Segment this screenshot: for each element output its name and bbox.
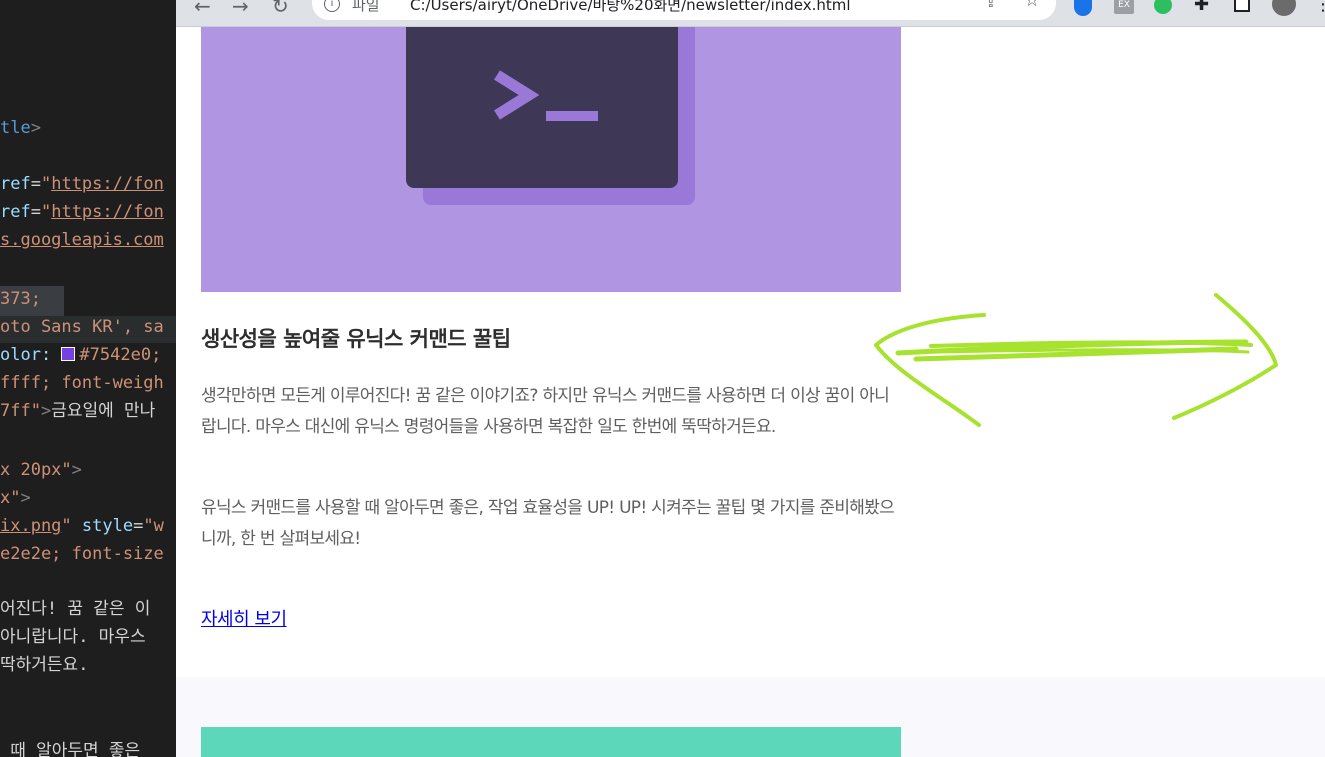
code-line: 아니랍니다. 마우스 (0, 626, 146, 648)
code-token: = (30, 202, 41, 222)
extensions-puzzle-icon[interactable]: ✚ (1194, 0, 1214, 15)
code-token: #7542e0; (79, 345, 162, 365)
code-line: e2e2e; font-size (0, 543, 164, 565)
info-icon[interactable]: i (324, 0, 340, 12)
bookmark-star-icon[interactable]: ☆ (1024, 0, 1040, 11)
article-hero-image (201, 27, 901, 292)
code-token: e2e2e; font-size (0, 544, 164, 564)
code-line: 7ff">금요일에 만나 (0, 400, 155, 422)
prompt-cursor (546, 111, 598, 121)
profile-avatar[interactable] (1270, 0, 1298, 18)
forward-icon[interactable]: → (232, 0, 249, 18)
code-line: 373; (0, 288, 41, 310)
code-line: 때 알아두면 좋은 (0, 740, 140, 757)
code-token: = (133, 516, 144, 536)
url-text[interactable]: C:/Users/airyt/OneDrive/바탕%20화면/newslett… (410, 0, 851, 15)
side-panel-icon[interactable] (1234, 0, 1250, 12)
code-token: 때 알아두면 좋은 (0, 741, 141, 757)
code-token: " (40, 174, 52, 194)
browser-window: ← → ↻ i 파일 C:/Users/airyt/OneDrive/바탕%20… (176, 0, 1325, 757)
code-line: 어진다! 꿈 같은 이 (0, 598, 150, 620)
share-icon[interactable]: ⇪ (984, 0, 997, 11)
url-scheme-label: 파일 (352, 0, 380, 14)
code-line: ix.png" style="w (0, 515, 164, 537)
article-title: 생산성을 높여줄 유닉스 커맨드 꿀팁 (201, 327, 511, 351)
ex-extension-icon[interactable]: EX (1114, 0, 1134, 14)
article-paragraph: 생각만하면 모든게 이루어진다! 꿈 같은 이야기죠? 하지만 유닉스 커맨드를… (201, 386, 890, 437)
code-token: 딱하거든요. (0, 655, 89, 675)
code-token: ref (0, 174, 31, 194)
code-token: ffff; font-weigh (0, 373, 164, 393)
code-token: x" (0, 488, 21, 508)
color-swatch (61, 347, 76, 361)
code-line: x 20px"> (0, 459, 82, 481)
code-token: tle (0, 118, 31, 138)
code-token: s.googleapis.com (0, 230, 164, 250)
code-token: ix.png (0, 516, 62, 536)
code-token: > (40, 401, 52, 421)
code-token: > (71, 460, 82, 480)
next-article-hero-image (201, 727, 901, 757)
code-token: "w (143, 516, 164, 536)
address-bar[interactable]: i 파일 C:/Users/airyt/OneDrive/바탕%20화면/new… (312, 0, 1056, 20)
read-more-link[interactable]: 자세히 보기 (201, 605, 287, 631)
terminal-window-illustration (406, 27, 678, 188)
code-token: 아니랍니다. 마우스 (0, 627, 146, 647)
code-token: = (30, 174, 41, 194)
code-line: x"> (0, 487, 31, 509)
reload-icon[interactable]: ↻ (272, 0, 289, 18)
code-token: x 20px" (0, 460, 72, 480)
code-token: 373; (0, 289, 41, 309)
code-line: ref="https://fon (0, 201, 164, 223)
code-line: tle> (0, 117, 41, 139)
code-token: ref (0, 202, 31, 222)
code-token: 어진다! 꿈 같은 이 (0, 599, 151, 619)
code-line: ref="https://fon (0, 173, 164, 195)
code-token: > (30, 118, 41, 138)
code-token: https://fon (51, 174, 164, 194)
evernote-extension-icon[interactable] (1154, 0, 1172, 14)
code-editor-pane[interactable]: tle> ref="https://fon ref="https://fon s.go… (0, 0, 176, 757)
browser-toolbar: ← → ↻ i 파일 C:/Users/airyt/OneDrive/바탕%20… (176, 0, 1325, 27)
code-line: oto Sans KR', sa (0, 316, 164, 338)
code-line: ffff; font-weigh (0, 372, 164, 394)
code-token: https://fon (51, 202, 164, 222)
prompt-chevron-icon (494, 70, 540, 120)
menu-kebab-icon[interactable]: ⋮ (1314, 0, 1325, 15)
code-line: s.googleapis.com (0, 229, 164, 251)
code-token: olor: (0, 345, 62, 365)
code-token: style (81, 516, 134, 536)
bitwarden-extension-icon[interactable] (1074, 0, 1092, 16)
code-token: > (20, 488, 31, 508)
code-line: 딱하거든요. (0, 654, 88, 676)
article-paragraph: 유닉스 커맨드를 사용할 때 알아두면 좋은, 작업 효율성을 UP! UP! … (201, 498, 895, 549)
back-icon[interactable]: ← (194, 0, 211, 18)
code-line: olor: #7542e0; (0, 344, 161, 366)
code-token: 금요일에 만나 (51, 401, 156, 421)
code-token: " (40, 202, 52, 222)
code-token: " (61, 516, 82, 536)
code-token: oto Sans KR', sa (0, 317, 164, 337)
newsletter-page: 생산성을 높여줄 유닉스 커맨드 꿀팁 생각만하면 모든게 이루어진다! 꿈 같… (176, 27, 1325, 757)
code-token: 7ff" (0, 401, 41, 421)
